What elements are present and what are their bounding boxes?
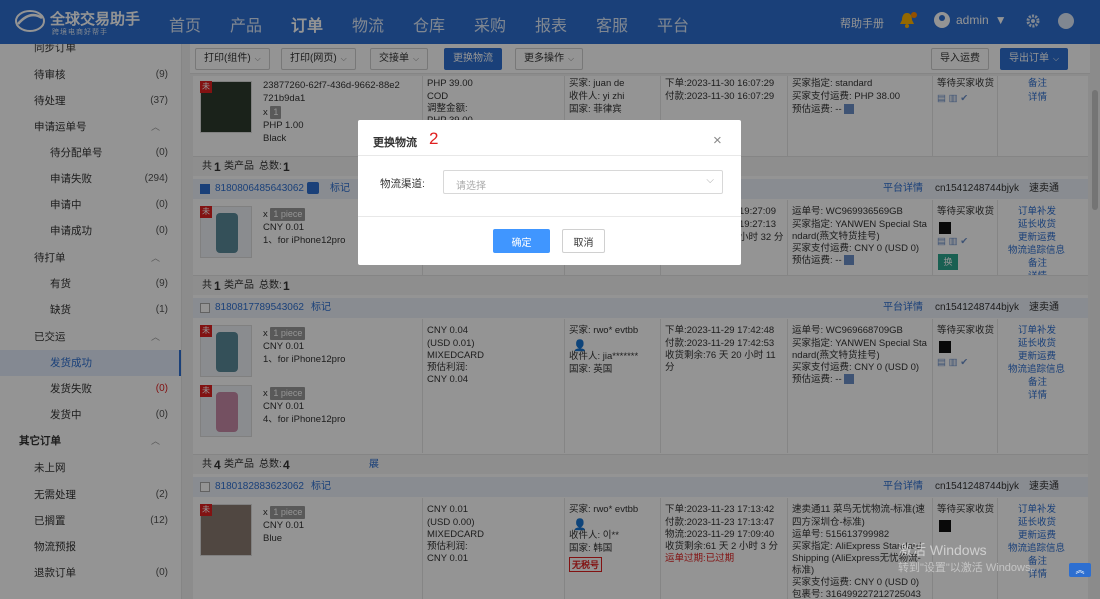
windows-activation-watermark: 激活 Windows (898, 542, 987, 558)
windows-activation-hint: 转到"设置"以激活 Windows。 (898, 562, 1042, 574)
divider (358, 216, 741, 217)
change-logistics-dialog: 更换物流 2 × 物流渠道: 请选择 ⌵ 确定 取消 (358, 120, 741, 265)
logistics-channel-select[interactable]: 请选择 ⌵ (443, 170, 723, 194)
cancel-button[interactable]: 取消 (562, 229, 605, 253)
app-root: 全球交易助手 跨境电商好帮手 首页 产品 订单 物流 仓库 采购 报表 客服 平… (0, 0, 1100, 599)
chevron-down-icon: ⌵ (706, 175, 714, 186)
back-to-top-button[interactable]: ︽ (1069, 563, 1091, 577)
select-placeholder: 请选择 (456, 181, 486, 192)
divider (358, 155, 741, 156)
modal-overlay[interactable] (0, 0, 1100, 599)
close-icon[interactable]: × (713, 132, 722, 149)
confirm-button[interactable]: 确定 (493, 229, 550, 253)
step-number: 2 (429, 129, 439, 148)
dialog-title: 更换物流 (373, 137, 417, 149)
logistics-channel-label: 物流渠道: (380, 178, 425, 190)
